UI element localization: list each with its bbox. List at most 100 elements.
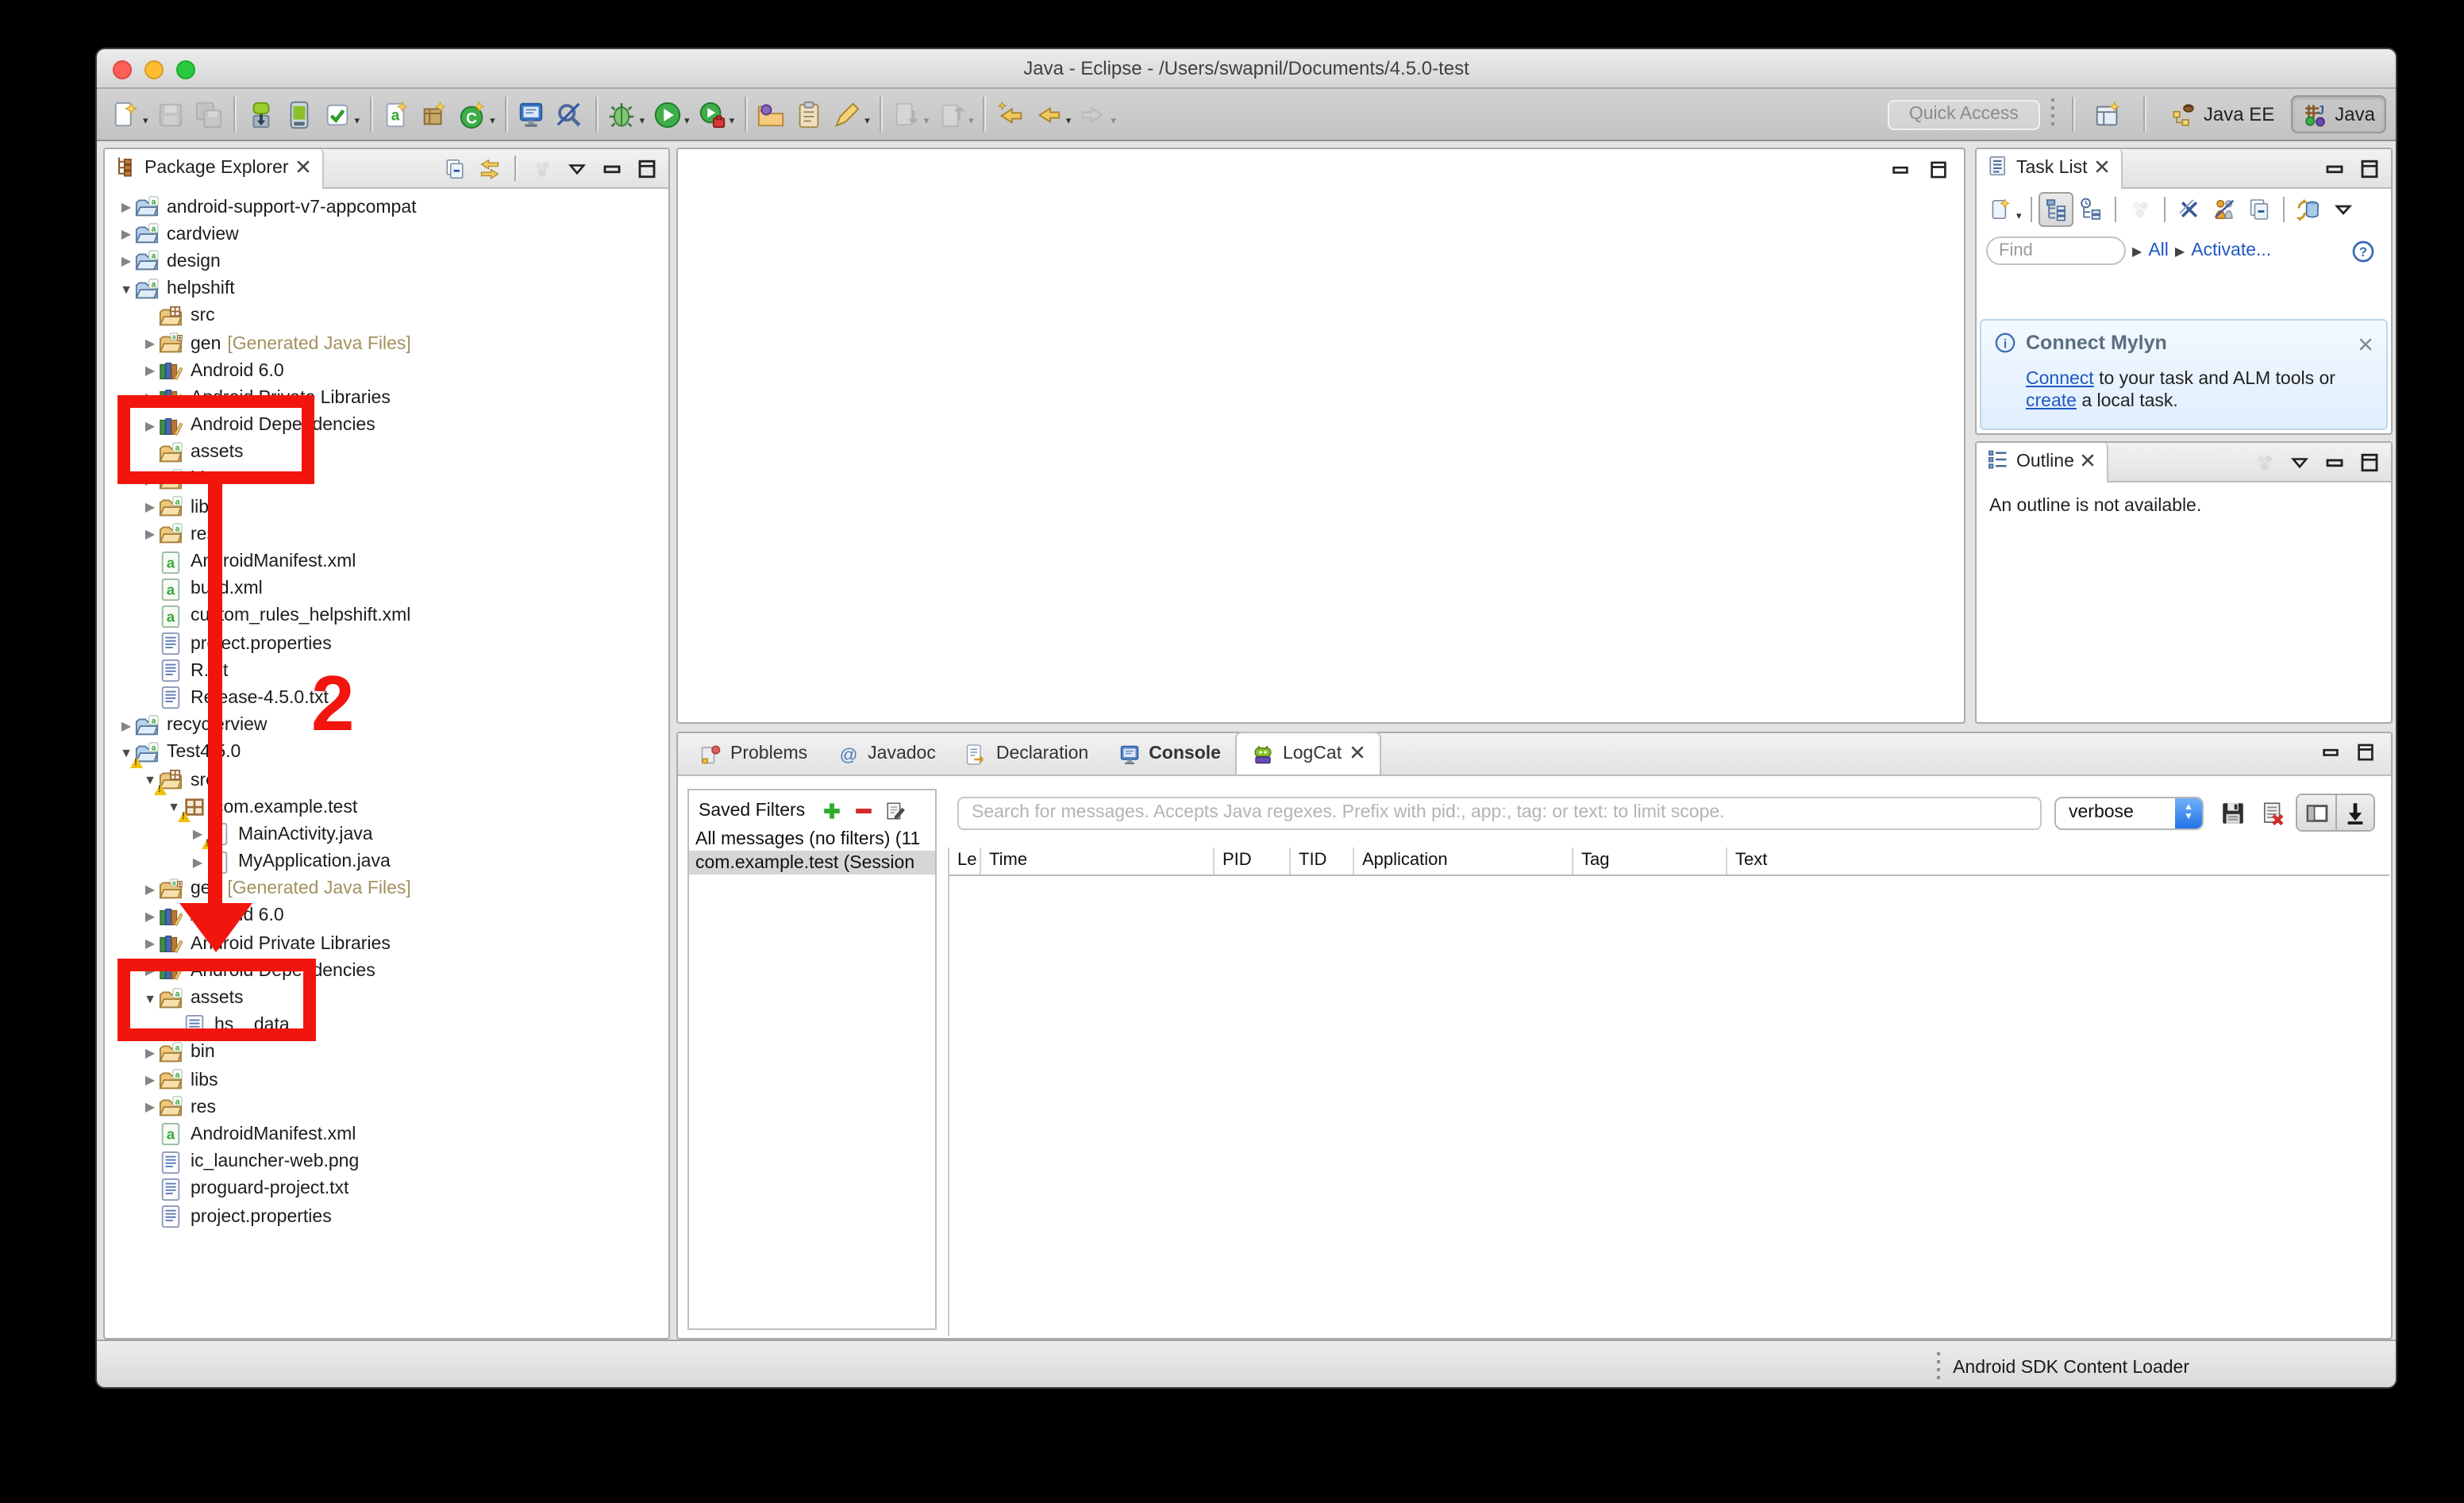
tree-item-assets[interactable]: ▼aassets [105, 985, 668, 1012]
dropdown-caret-icon[interactable]: ▾ [684, 114, 690, 127]
tree-item-design[interactable]: ▶adesign [105, 248, 668, 275]
back-icon[interactable] [1030, 94, 1068, 135]
tree-item-android-6.0[interactable]: ▶Android 6.0 [105, 357, 668, 384]
tree-expand-icon[interactable]: ▶ [141, 936, 159, 951]
open-perspective-icon[interactable] [2089, 94, 2127, 135]
open-type-icon[interactable] [752, 94, 790, 135]
maximize-icon[interactable] [2353, 152, 2385, 184]
tree-expand-icon[interactable]: ▶ [141, 964, 159, 978]
dropdown-caret-icon[interactable]: ▾ [640, 114, 645, 127]
tree-item-proguard-project.txt[interactable]: proguard-project.txt [105, 1176, 668, 1203]
new-task-icon-drop[interactable] [1983, 191, 2018, 226]
synchronize-icon[interactable] [2292, 191, 2327, 226]
minimize-icon[interactable] [595, 152, 627, 184]
tree-item-android-dependencies[interactable]: ▶Android Dependencies [105, 412, 668, 439]
open-resource-icon[interactable] [551, 94, 589, 135]
maximize-icon[interactable] [2350, 736, 2381, 768]
tree-expand-icon[interactable]: ▶ [141, 473, 159, 487]
tab-package-explorer[interactable]: Package Explorer [105, 148, 324, 188]
view-menu-icon[interactable] [560, 152, 592, 184]
view-menu-icon[interactable] [2283, 446, 2315, 478]
saved-filter-item[interactable]: All messages (no filters) (11 [689, 827, 935, 851]
tree-item-assets[interactable]: aassets [105, 439, 668, 466]
tree-item-custom-rules-helpshift.xml[interactable]: acustom_rules_helpshift.xml [105, 603, 668, 630]
dropdown-caret-icon[interactable]: ▾ [1111, 114, 1116, 127]
dropdown-caret-icon[interactable]: ▾ [968, 114, 974, 127]
logcat-column-tid[interactable]: TID [1291, 848, 1354, 875]
new-wizard-icon[interactable] [106, 94, 144, 135]
create-link[interactable]: create [2026, 393, 2077, 412]
logcat-column-time[interactable]: Time [981, 848, 1215, 875]
tree-item-bin[interactable]: ▶abin [105, 467, 668, 494]
ddms-icon[interactable]: C [453, 94, 491, 135]
tree-expand-icon[interactable]: ▶ [141, 909, 159, 924]
dropdown-caret-icon[interactable]: ▾ [730, 114, 735, 127]
tree-item-androidmanifest.xml[interactable]: aAndroidManifest.xml [105, 1121, 668, 1148]
tree-expand-icon[interactable]: ▶ [141, 363, 159, 378]
help-icon[interactable]: ? [2343, 230, 2381, 271]
tab-javadoc[interactable]: @Javadoc [822, 733, 950, 775]
tree-item-helpshift[interactable]: ▼ahelpshift [105, 275, 668, 302]
tree-item-ic-launcher-web.png[interactable]: ic_launcher-web.png [105, 1148, 668, 1175]
console-monitor-icon[interactable] [513, 94, 551, 135]
tree-item-gen[interactable]: ▶agen[Generated Java Files] [105, 330, 668, 357]
tree-expand-icon[interactable]: ▶ [189, 855, 206, 869]
tree-item-android-private-libraries[interactable]: ▶Android Private Libraries [105, 930, 668, 957]
tree-item-test4.5.0[interactable]: ▼aTest4.5.0 [105, 740, 668, 767]
save-log-icon[interactable] [2216, 796, 2250, 829]
prev-annotation-icon[interactable] [932, 94, 970, 135]
avd-manager-icon[interactable] [280, 94, 318, 135]
tree-item-build.xml[interactable]: abuild.xml [105, 575, 668, 602]
dropdown-caret-icon[interactable]: ▾ [864, 114, 870, 127]
tree-item-res[interactable]: ▶ares [105, 521, 668, 548]
tab-declaration[interactable]: Declaration [950, 733, 1103, 775]
focus-task-icon-dis[interactable] [526, 152, 557, 184]
tree-expand-icon[interactable]: ▶ [141, 418, 159, 432]
perspective-button-java-ee[interactable]: Java EE [2161, 95, 2284, 133]
tree-expand-icon[interactable]: ▶ [141, 500, 159, 514]
tree-expand-icon[interactable]: ▶ [141, 1073, 159, 1087]
tree-item-bin[interactable]: ▶abin [105, 1040, 668, 1067]
tree-item-project.properties[interactable]: project.properties [105, 630, 668, 657]
save-all-icon[interactable] [190, 94, 228, 135]
collapse-all-icon[interactable] [438, 152, 470, 184]
close-icon[interactable] [295, 158, 311, 179]
debug-icon[interactable] [603, 94, 641, 135]
tree-item-res[interactable]: ▶ares [105, 1094, 668, 1121]
collapse-all-icon[interactable] [2243, 191, 2277, 226]
tree-expand-icon[interactable]: ▶ [141, 528, 159, 542]
tree-expand-icon[interactable]: ▼ [141, 991, 159, 1005]
tree-item-com.example.test[interactable]: ▼com.example.test [105, 794, 668, 821]
tab-task-list[interactable]: Task List [1977, 148, 2123, 188]
filter-owner-icon[interactable] [2208, 191, 2243, 226]
hide-completed-icon[interactable] [2173, 191, 2208, 226]
tree-item-gen[interactable]: ▶agen[Generated Java Files] [105, 875, 668, 902]
tree-expand-icon[interactable]: ▶ [117, 200, 135, 214]
view-menu-caret[interactable] [2327, 191, 2362, 226]
tree-expand-icon[interactable]: ▶ [117, 718, 135, 732]
dropdown-caret-icon[interactable]: ▾ [355, 114, 360, 127]
tab-outline[interactable]: Outline [1977, 442, 2109, 482]
scroll-to-bottom-icon[interactable] [2335, 795, 2374, 830]
tree-item-hs-data[interactable]: hs__data [105, 1012, 668, 1039]
android-sdk-manager-icon[interactable] [242, 94, 280, 135]
search-pen-icon[interactable] [828, 94, 866, 135]
minimize-icon[interactable] [2318, 152, 2350, 184]
tree-item-android-support-v7-appcompat[interactable]: ▶aandroid-support-v7-appcompat [105, 194, 668, 221]
logcat-column-le[interactable]: Le [949, 848, 981, 875]
remove-filter-icon[interactable] [849, 797, 876, 824]
tree-expand-icon[interactable]: ▶ [141, 1046, 159, 1060]
last-edit-location-icon[interactable] [991, 94, 1030, 135]
tree-expand-icon[interactable]: ▶ [141, 336, 159, 351]
dropdown-caret-icon[interactable]: ▾ [924, 114, 930, 127]
tree-item-project.properties[interactable]: project.properties [105, 1203, 668, 1230]
logcat-column-text[interactable]: Text [1727, 848, 2389, 875]
close-icon[interactable] [2081, 452, 2096, 472]
categorized-view-icon-sel[interactable] [2039, 191, 2074, 226]
tree-expand-icon[interactable]: ▶ [141, 882, 159, 897]
dropdown-caret-icon[interactable]: ▾ [2016, 209, 2022, 221]
maximize-icon[interactable] [2353, 446, 2385, 478]
tree-item-myapplication.java[interactable]: ▶JMyApplication.java [105, 848, 668, 875]
tree-item-libs[interactable]: ▶alibs [105, 494, 668, 521]
tab-logcat[interactable]: LogCat [1235, 732, 1381, 775]
